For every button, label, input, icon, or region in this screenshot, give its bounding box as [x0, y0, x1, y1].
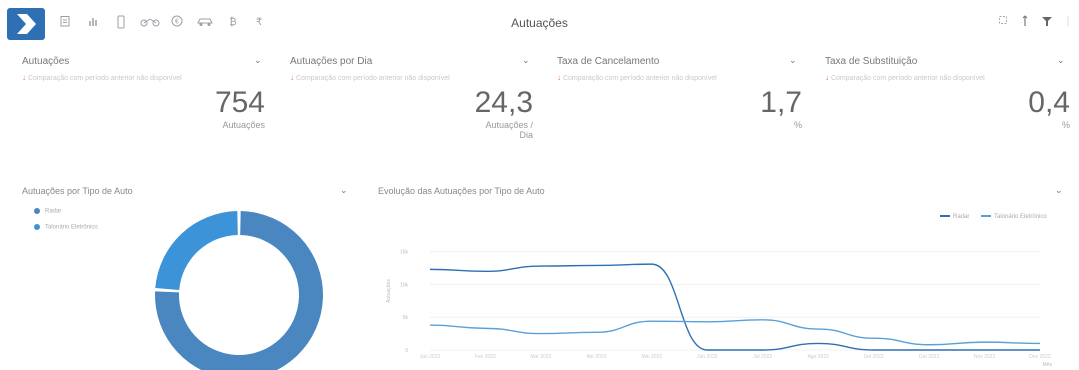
series-line-radar[interactable]	[429, 263, 1040, 351]
kpi-subtitle-text: Comparação com período anterior não disp…	[562, 75, 717, 82]
filter-icon[interactable]	[1040, 15, 1054, 29]
sort-icon[interactable]	[1018, 15, 1032, 29]
kpi-unit: %	[1061, 120, 1070, 130]
legend-item-talonario[interactable]: Talonário Eletrônico	[34, 224, 98, 231]
x-tick-label: Jun 2022	[697, 354, 718, 360]
arrow-down-icon: ↓	[557, 73, 561, 82]
kpi-value: 0,4	[1028, 86, 1070, 119]
kpi-subtitle-text: Comparação com período anterior não disp…	[830, 75, 985, 82]
kpi-subtitle: ↓ Comparação com período anterior não di…	[825, 73, 985, 82]
legend-dot	[34, 208, 40, 214]
arrow-down-icon: ↓	[22, 73, 26, 82]
x-tick-label: Jul 2022	[753, 354, 772, 360]
page-title: Autuações	[511, 16, 568, 30]
x-tick-label: Abr 2022	[586, 354, 607, 360]
arrow-down-icon: ↓	[825, 73, 829, 82]
kpi-value: 24,3	[474, 86, 533, 119]
kpi-unit: %	[793, 120, 802, 130]
kpi-subtitle: ↓ Comparação com período anterior não di…	[557, 73, 717, 82]
x-tick-label: Nov 2022	[974, 354, 996, 360]
series-line-talon-rio-eletr-nico[interactable]	[429, 319, 1041, 346]
y-tick-label: 0	[405, 348, 408, 354]
kpi-value: 1,7	[760, 86, 802, 119]
donut-slice-radar[interactable]	[155, 211, 323, 370]
legend-label: Radar	[45, 208, 62, 215]
donut-slice-talon-rio-eletr-nico[interactable]	[155, 211, 238, 291]
kpi-title: Taxa de Substituição	[825, 56, 918, 67]
kpi-card-autuacoes: Autuações ⌄ ↓ Comparação com período ant…	[22, 55, 267, 146]
kpi-unit: Autuações / Dia	[485, 120, 533, 140]
kpi-title: Taxa de Cancelamento	[557, 56, 660, 67]
y-tick-label: 10k	[400, 282, 409, 288]
kpi-card-taxa-cancelamento: Taxa de Cancelamento ⌄ ↓ Comparação com …	[557, 55, 802, 146]
legend-item-radar[interactable]: Radar	[34, 208, 61, 215]
donut-chart-title: Autuações por Tipo de Auto	[22, 186, 133, 196]
y-tick-label: 15k	[400, 250, 409, 256]
x-tick-label: Set 2022	[864, 354, 884, 360]
kpi-unit: Autuações	[222, 120, 265, 130]
more-icon[interactable]	[1066, 15, 1076, 29]
x-tick-label: Mai 2022	[642, 354, 663, 360]
chevron-down-icon[interactable]: ⌄	[340, 185, 348, 196]
kpi-subtitle-text: Comparação com período anterior não disp…	[295, 75, 450, 82]
x-axis-label: Mês	[1043, 362, 1053, 368]
chevron-down-icon[interactable]: ⌄	[522, 55, 530, 66]
legend-label: Talonário Eletrônico	[45, 224, 98, 231]
kpi-subtitle-text: Comparação com período anterior não disp…	[27, 75, 182, 82]
y-tick-label: 5k	[403, 315, 409, 321]
expand-icon[interactable]	[996, 15, 1010, 29]
x-tick-label: Dez 2022	[1029, 354, 1051, 360]
chevron-down-icon[interactable]: ⌄	[789, 55, 797, 66]
top-bar: € ₿ ₹ Autuações	[0, 0, 1079, 46]
legend-swatch	[940, 215, 950, 218]
arrow-down-icon: ↓	[290, 73, 294, 82]
kpi-value: 754	[214, 86, 265, 119]
line-chart: 0 5k 10k 15k Autuações Jan 2022 Fev 2022 Mar 20…	[386, 250, 1053, 368]
x-tick-label: Out 2022	[919, 354, 940, 360]
x-tick-label: Jan 2022	[420, 354, 441, 360]
y-axis-label: Autuações	[386, 279, 392, 303]
kpi-card-autuacoes-por-dia: Autuações por Dia ⌄ ↓ Comparação com per…	[290, 55, 535, 146]
legend-dot	[34, 224, 40, 230]
kpi-title: Autuações por Dia	[290, 56, 373, 67]
kpi-title: Autuações	[22, 56, 70, 67]
kpi-subtitle: ↓ Comparação com período anterior não di…	[290, 73, 450, 82]
chevron-down-icon[interactable]: ⌄	[1057, 55, 1065, 66]
x-tick-label: Fev 2022	[475, 354, 496, 360]
line-chart-title: Evolução das Autuações por Tipo de Auto	[378, 186, 545, 196]
x-tick-label: Ago 2022	[807, 354, 829, 360]
kpi-subtitle: ↓ Comparação com período anterior não di…	[22, 73, 182, 82]
legend-swatch	[981, 215, 991, 218]
x-tick-label: Mar 2022	[530, 354, 551, 360]
chevron-down-icon[interactable]: ⌄	[254, 55, 262, 66]
chevron-down-icon[interactable]: ⌄	[1055, 185, 1063, 196]
donut-chart	[155, 211, 323, 370]
kpi-card-taxa-substituicao: Taxa de Substituição ⌄ ↓ Comparação com …	[825, 55, 1070, 146]
